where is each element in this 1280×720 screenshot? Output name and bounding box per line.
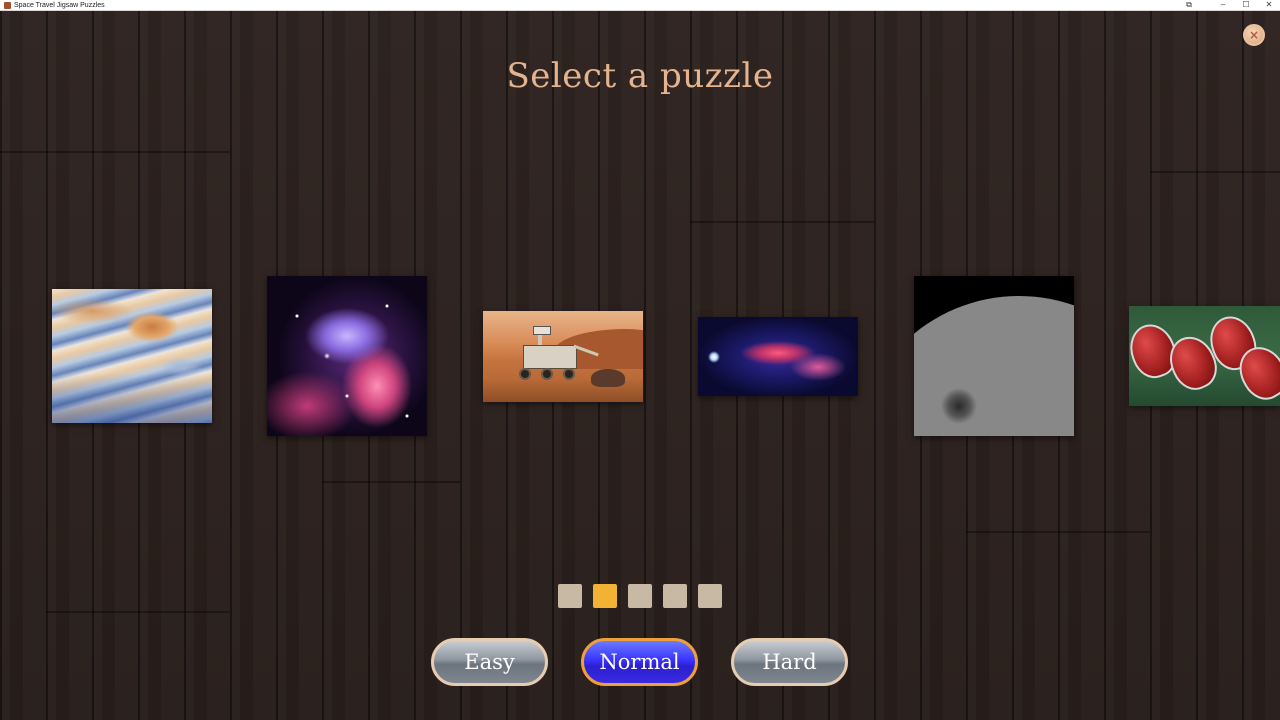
page-dot-1[interactable] — [558, 584, 582, 608]
page-dot-2[interactable] — [593, 584, 617, 608]
puzzle-thumbnail-rocket-engines[interactable] — [1129, 306, 1280, 406]
puzzle-thumbnail-nebula[interactable] — [267, 276, 427, 436]
page-dot-3[interactable] — [628, 584, 652, 608]
puzzle-thumbnail-galaxy[interactable] — [698, 317, 858, 396]
minimize-button[interactable]: – — [1212, 0, 1234, 10]
page-dot-4[interactable] — [663, 584, 687, 608]
hard-button[interactable]: Hard — [731, 638, 848, 686]
normal-button[interactable]: Normal — [581, 638, 698, 686]
easy-button[interactable]: Easy — [431, 638, 548, 686]
snap-icon[interactable]: ⧉ — [1178, 0, 1200, 10]
app-icon — [4, 2, 11, 9]
window-title: Space Travel Jigsaw Puzzles — [14, 2, 105, 9]
page-dot-5[interactable] — [698, 584, 722, 608]
puzzle-thumbnail-moon[interactable] — [914, 276, 1074, 436]
page-title: Select a puzzle — [506, 56, 774, 96]
window-close-button[interactable]: ✕ — [1258, 0, 1280, 10]
close-icon[interactable]: × — [1243, 24, 1265, 46]
maximize-button[interactable]: ☐ — [1235, 0, 1257, 10]
puzzle-thumbnail-jupiter[interactable] — [52, 289, 212, 423]
window-title-bar: Space Travel Jigsaw Puzzles ⧉ – ☐ ✕ — [0, 0, 1280, 11]
puzzle-thumbnail-mars-rover[interactable] — [483, 311, 643, 402]
